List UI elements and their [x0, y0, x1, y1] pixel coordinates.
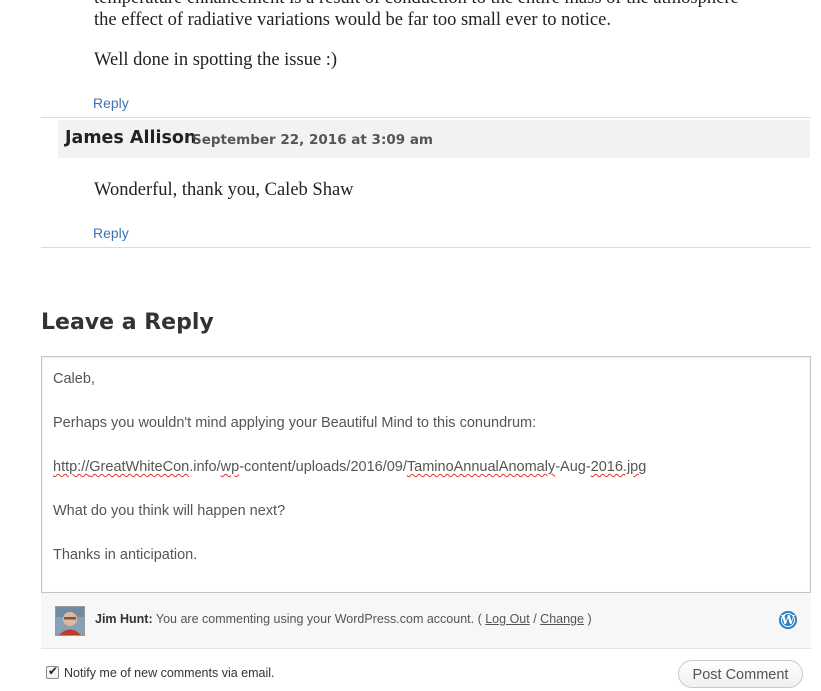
- notify-label[interactable]: Notify me of new comments via email.: [64, 666, 275, 680]
- textarea-line: What do you think will happen next?: [53, 503, 286, 519]
- comment-divider: [41, 247, 811, 248]
- comment-text-line: temperature enhancement is a result of c…: [94, 0, 739, 9]
- comment-date[interactable]: September 22, 2016 at 3:09 am: [192, 132, 433, 148]
- comment-author[interactable]: James Allison: [65, 128, 196, 148]
- identity-text: Jim Hunt: You are commenting using your …: [95, 612, 592, 626]
- comment-text-line: Well done in spotting the issue :): [94, 50, 338, 70]
- identity-user-name: Jim Hunt:: [95, 612, 153, 626]
- post-comment-button[interactable]: Post Comment: [678, 660, 803, 688]
- comment-identity-bar: Jim Hunt: You are commenting using your …: [41, 593, 811, 649]
- wordpress-icon: W: [779, 611, 797, 629]
- textarea-line: Perhaps you wouldn't mind applying your …: [53, 415, 537, 431]
- reply-link[interactable]: Reply: [93, 95, 129, 111]
- comment-text-line: the effect of radiative variations would…: [94, 10, 611, 30]
- textarea-url-line: http://GreatWhiteCon.info/wp-content/upl…: [53, 459, 647, 475]
- logout-link[interactable]: Log Out: [485, 612, 529, 626]
- comment-textarea[interactable]: Caleb, Perhaps you wouldn't mind applyin…: [41, 356, 811, 593]
- reply-link[interactable]: Reply: [93, 225, 129, 241]
- comment-text: Wonderful, thank you, Caleb Shaw: [94, 180, 354, 200]
- comment-divider: [41, 117, 811, 118]
- notify-checkbox[interactable]: ✔: [46, 664, 59, 679]
- textarea-line: Thanks in anticipation.: [53, 547, 198, 563]
- comment-author-bar: James Allison September 22, 2016 at 3:09…: [58, 120, 810, 158]
- change-link[interactable]: Change: [540, 612, 584, 626]
- textarea-line: Caleb,: [53, 371, 95, 387]
- leave-reply-title: Leave a Reply: [41, 310, 214, 335]
- avatar: [55, 606, 85, 636]
